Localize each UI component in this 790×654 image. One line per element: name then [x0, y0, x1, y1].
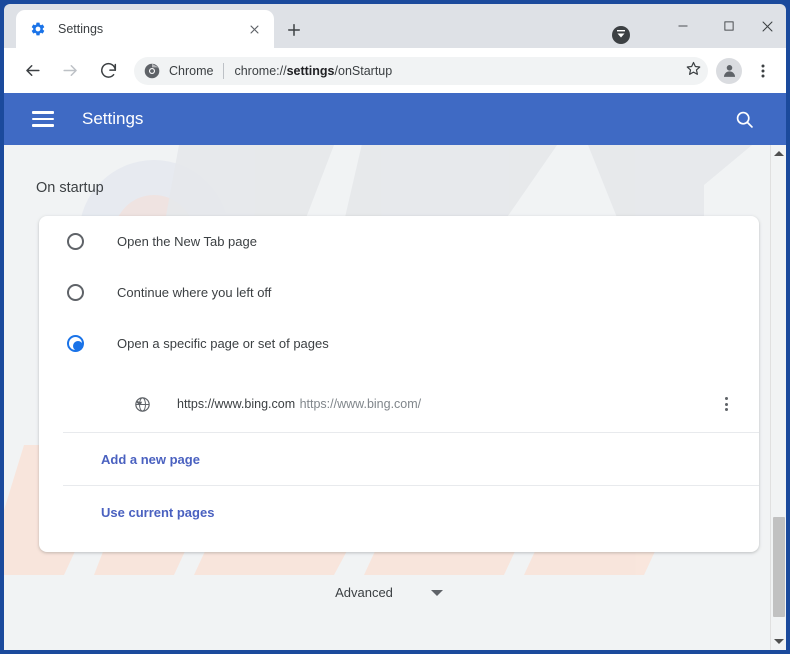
browser-toolbar: Chrome chrome://settings/onStartup: [4, 48, 786, 93]
use-current-pages-link[interactable]: Use current pages: [39, 486, 759, 538]
close-icon: [762, 21, 772, 31]
radio-label: Open the New Tab page: [117, 234, 257, 249]
chevron-down-icon: [430, 589, 443, 596]
page-title: Settings: [82, 109, 144, 128]
minimize-icon: [678, 25, 688, 27]
vertical-scrollbar[interactable]: [770, 145, 786, 650]
download-arrow-icon[interactable]: [611, 25, 631, 45]
window-minimize-button[interactable]: [660, 8, 706, 44]
tab-close-button[interactable]: [244, 19, 264, 39]
three-dots-vertical-icon: [761, 64, 765, 77]
address-bar-url[interactable]: chrome://settings/onStartup: [234, 64, 685, 78]
radio-option-new-tab-page[interactable]: Open the New Tab page: [39, 216, 759, 267]
settings-header-bar: Settings: [4, 93, 786, 145]
radio-button[interactable]: [67, 233, 84, 250]
new-tab-button[interactable]: [280, 16, 308, 44]
window-close-button[interactable]: [744, 8, 790, 44]
link-label: Add a new page: [101, 451, 200, 467]
browser-menu-button[interactable]: [750, 57, 776, 85]
settings-page: On startup Open the New Tab page Continu…: [4, 145, 774, 650]
person-avatar-icon: [723, 65, 735, 77]
startup-page-title: https://www.bing.com: [177, 397, 296, 411]
add-a-new-page-link[interactable]: Add a new page: [39, 433, 759, 485]
tab-title: Settings: [58, 22, 104, 36]
reload-button[interactable]: [94, 57, 122, 85]
radio-button[interactable]: [67, 335, 84, 352]
startup-page-texts: https://www.bing.com https://www.bing.co…: [177, 395, 715, 413]
back-button[interactable]: [18, 57, 46, 85]
radio-label: Open a specific page or set of pages: [117, 336, 329, 351]
address-bar-divider: [223, 62, 225, 79]
radio-option-specific-pages[interactable]: Open a specific page or set of pages: [39, 318, 759, 369]
startup-page-entry: https://www.bing.com https://www.bing.co…: [39, 376, 759, 432]
section-title: On startup: [36, 180, 104, 196]
scroll-up-button[interactable]: [771, 145, 787, 162]
hamburger-menu-icon[interactable]: [32, 107, 56, 131]
radio-option-continue-where-left-off[interactable]: Continue where you left off: [39, 267, 759, 318]
triangle-up-icon: [774, 151, 784, 156]
tab-strip: Settings: [4, 4, 786, 48]
search-icon[interactable]: [732, 107, 756, 131]
browser-window: Settings Chrome chrome://settings/onStar…: [0, 0, 790, 654]
on-startup-card: Open the New Tab page Continue where you…: [39, 216, 759, 552]
globe-icon: [134, 396, 151, 413]
profile-avatar[interactable]: [716, 57, 742, 84]
address-bar[interactable]: Chrome chrome://settings/onStartup: [134, 56, 708, 85]
advanced-label: Advanced: [335, 585, 393, 600]
chrome-logo-icon: [144, 63, 160, 79]
startup-page-url: https://www.bing.com/: [299, 397, 422, 411]
reload-icon: [100, 62, 116, 78]
gear-icon: [30, 21, 46, 37]
address-bar-scheme-label: Chrome: [169, 63, 214, 78]
link-label: Use current pages: [101, 504, 215, 520]
star-icon[interactable]: [685, 60, 702, 82]
radio-label: Continue where you left off: [117, 285, 272, 300]
radio-button[interactable]: [67, 284, 84, 301]
maximize-icon: [724, 21, 734, 31]
startup-page-menu-button[interactable]: [715, 390, 737, 418]
forward-button[interactable]: [56, 57, 84, 85]
tab-settings[interactable]: Settings: [16, 10, 274, 48]
settings-content-region: On startup Open the New Tab page Continu…: [4, 145, 786, 650]
scroll-down-button[interactable]: [771, 633, 787, 650]
plus-icon: [288, 24, 300, 36]
triangle-down-icon: [774, 639, 784, 644]
arrow-left-icon: [25, 64, 40, 77]
advanced-toggle-button[interactable]: Advanced: [4, 585, 774, 600]
arrow-right-icon: [62, 64, 77, 77]
scrollbar-thumb[interactable]: [773, 517, 785, 617]
